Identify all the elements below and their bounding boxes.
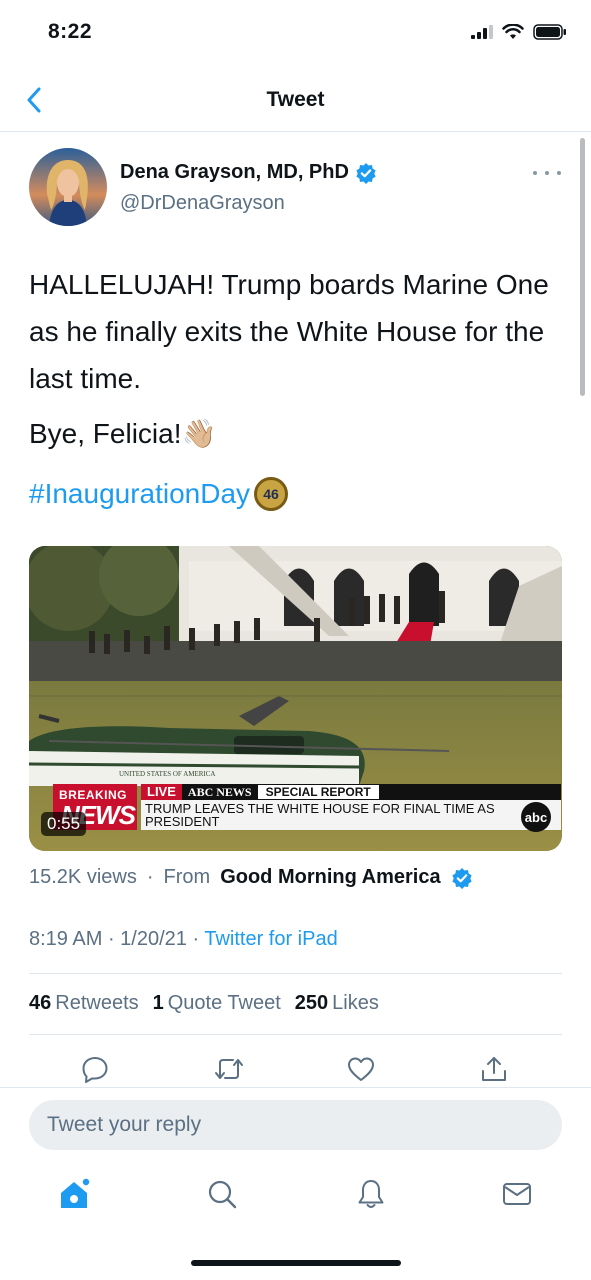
network-label: ABC NEWS (187, 784, 252, 799)
search-icon (208, 1180, 237, 1209)
author-name[interactable]: Dena Grayson, MD, PhD (120, 161, 349, 184)
page-title: Tweet (266, 88, 325, 111)
reply-input[interactable]: Tweet your reply (29, 1100, 562, 1150)
inauguration-badge-icon: 46 (254, 477, 289, 511)
special-report-label: SPECIAL REPORT (257, 785, 379, 799)
avatar[interactable] (29, 148, 107, 226)
notifications-icon (358, 1180, 384, 1208)
share-button[interactable] (477, 1052, 511, 1086)
tab-messages[interactable] (497, 1174, 537, 1214)
live-bar: LIVE ABC NEWS SPECIAL REPORT (141, 784, 561, 800)
retweet-button[interactable] (212, 1052, 246, 1086)
wifi-icon (502, 24, 524, 39)
tweet-line2-text: Bye, Felicia! (29, 418, 182, 449)
tweet-date: 1/20/21 (120, 928, 187, 950)
more-icon-dot (545, 171, 549, 175)
retweets-label: Retweets (55, 992, 139, 1014)
views-row: 15.2K views · From Good Morning America (29, 866, 473, 889)
quotes-count: 1 (152, 992, 164, 1014)
tab-notifications[interactable] (351, 1174, 391, 1214)
messages-icon (503, 1183, 531, 1205)
helicopter-text: UNITED STATES OF AMERICA (119, 770, 215, 778)
separator-dot: · (192, 928, 205, 950)
reply-composer: Tweet your reply (0, 1087, 591, 1159)
hashtag-link[interactable]: #InaugurationDay (29, 474, 250, 514)
status-time: 8:22 (48, 20, 93, 43)
status-icons (471, 24, 567, 40)
tab-home[interactable] (55, 1174, 95, 1214)
quotes-label: Quote Tweet (167, 992, 281, 1014)
likes-count: 250 (294, 992, 329, 1014)
divider (29, 973, 562, 974)
hashtag-row: #InaugurationDay 46 (29, 474, 289, 514)
abc-logo-icon: abc (521, 802, 551, 832)
verified-icon (451, 867, 472, 889)
divider (29, 1034, 562, 1035)
scrollbar[interactable] (580, 138, 585, 396)
tweet-line2: Bye, Felicia! 👋🏼 (29, 414, 216, 454)
signal-icon (471, 25, 493, 39)
tab-bar (0, 1160, 591, 1240)
status-bar: 8:22 (0, 0, 591, 70)
live-label: LIVE (141, 784, 182, 800)
retweets-stat[interactable]: 46 Retweets (29, 992, 139, 1015)
battery-icon (533, 24, 566, 40)
separator-dot: · (146, 866, 154, 888)
share-icon (482, 1057, 506, 1081)
view-count: 15.2K views (29, 866, 137, 888)
tab-search[interactable] (202, 1174, 242, 1214)
reply-icon (82, 1057, 108, 1083)
retweet-icon (215, 1059, 243, 1079)
like-icon (348, 1057, 374, 1081)
news-ticker: BREAKING NEWS LIVE ABC NEWS SPECIAL REPO… (53, 784, 561, 832)
waving-hand-emoji: 👋🏼 (181, 418, 217, 449)
more-icon-dot (557, 171, 561, 175)
tweet-meta: 8:19 AM · 1/20/21 · Twitter for iPad (29, 928, 338, 951)
tweet-actions (0, 1052, 591, 1088)
tweet-text: HALLELUJAH! Trump boards Marine One as h… (29, 269, 549, 394)
separator-dot: · (107, 928, 121, 950)
video-duration: 0:55 (41, 812, 87, 836)
quote-tweets-stat[interactable]: 1 Quote Tweet (153, 992, 281, 1015)
ticker-headline: TRUMP LEAVES THE WHITE HOUSE FOR FINAL T… (141, 800, 561, 830)
more-icon (533, 171, 537, 175)
from-label: From (163, 866, 211, 888)
home-icon (61, 1177, 91, 1208)
video-media[interactable]: UNITED STATES OF AMERICA BREAKING NEWS L… (29, 546, 562, 851)
likes-label: Likes (332, 992, 379, 1014)
avatar-image (29, 148, 107, 226)
home-indicator[interactable] (191, 1260, 401, 1266)
reply-button[interactable] (78, 1052, 112, 1086)
tweet-time: 8:19 AM (29, 928, 103, 950)
engagement-stats: 46 Retweets 1 Quote Tweet 250 Likes (29, 992, 379, 1015)
author-name-row[interactable]: Dena Grayson, MD, PhD (120, 161, 377, 184)
retweets-count: 46 (29, 992, 52, 1014)
navigation-bar: Tweet (0, 70, 591, 132)
client-link[interactable]: Twitter for iPad (204, 928, 337, 950)
likes-stat[interactable]: 250 Likes (295, 992, 379, 1015)
source-link[interactable]: Good Morning America (220, 866, 440, 889)
author-handle[interactable]: @DrDenaGrayson (120, 192, 285, 215)
verified-icon (356, 162, 376, 184)
like-button[interactable] (344, 1052, 378, 1086)
more-button[interactable] (533, 163, 561, 183)
